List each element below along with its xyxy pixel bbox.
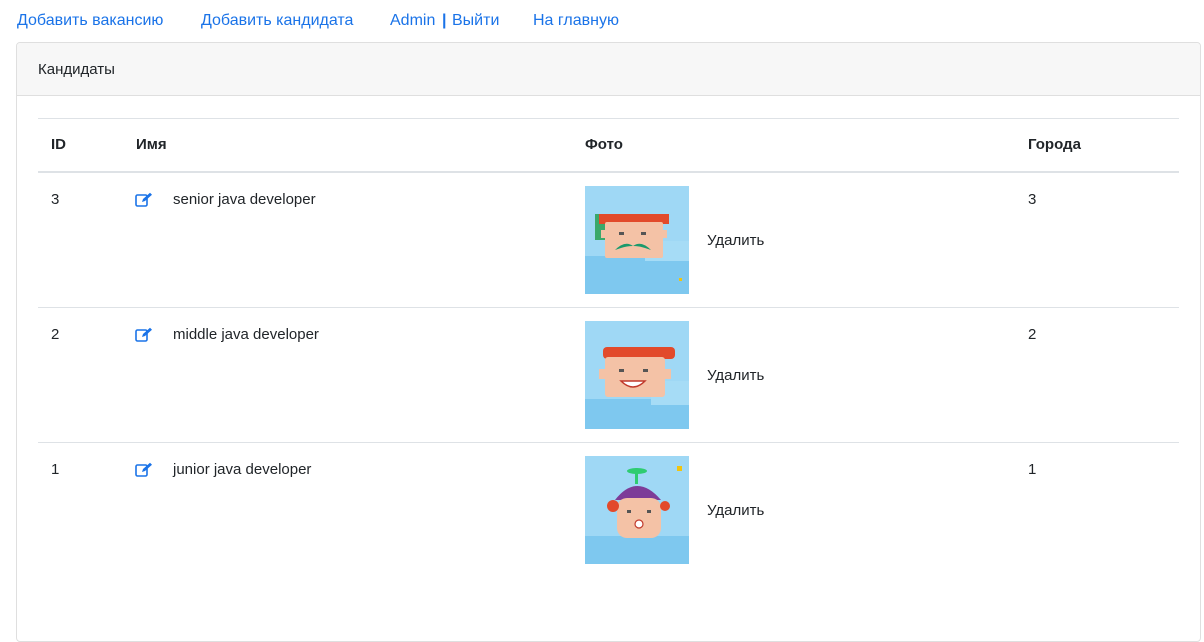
home-link[interactable]: На главную <box>533 11 619 31</box>
card-title: Кандидаты <box>17 43 1200 96</box>
candidate-id: 3 <box>51 191 60 208</box>
delete-link[interactable]: Удалить <box>707 232 764 249</box>
candidate-photo <box>585 456 689 564</box>
candidate-photo <box>585 321 689 429</box>
table-header: ID Имя Фото Города <box>38 119 1179 173</box>
candidate-city: 3 <box>1028 191 1037 208</box>
candidate-name: middle java developer <box>173 326 319 343</box>
top-nav: Добавить вакансию Добавить кандидата Adm… <box>0 0 1204 42</box>
candidate-city: 2 <box>1028 326 1037 343</box>
user-link[interactable]: Admin <box>390 11 435 31</box>
table-row: 1 junior java developer Удалить 1 <box>38 443 1179 578</box>
add-vacancy-link[interactable]: Добавить вакансию <box>17 11 163 31</box>
nav-separator: | <box>442 12 447 29</box>
candidates-table: ID Имя Фото Города 3 senior java develop… <box>38 118 1179 578</box>
col-photo-header: Фото <box>585 136 623 153</box>
candidate-id: 1 <box>51 461 60 478</box>
table-row: 2 middle java developer Удалить 2 <box>38 308 1179 443</box>
add-candidate-link[interactable]: Добавить кандидата <box>201 11 353 31</box>
col-city-header: Города <box>1028 136 1081 153</box>
candidate-city: 1 <box>1028 461 1037 478</box>
table-row: 3 senior java developer Удалить 3 <box>38 173 1179 308</box>
col-name-header: Имя <box>136 136 167 153</box>
edit-icon[interactable] <box>135 462 153 478</box>
candidate-photo <box>585 186 689 294</box>
candidate-name: senior java developer <box>173 191 316 208</box>
candidate-id: 2 <box>51 326 60 343</box>
delete-link[interactable]: Удалить <box>707 367 764 384</box>
logout-link[interactable]: Выйти <box>452 11 499 31</box>
edit-icon[interactable] <box>135 327 153 343</box>
edit-icon[interactable] <box>135 192 153 208</box>
delete-link[interactable]: Удалить <box>707 502 764 519</box>
col-id-header: ID <box>51 136 66 153</box>
candidates-card: Кандидаты ID Имя Фото Города 3 senior ja… <box>16 42 1201 642</box>
candidate-name: junior java developer <box>173 461 312 478</box>
